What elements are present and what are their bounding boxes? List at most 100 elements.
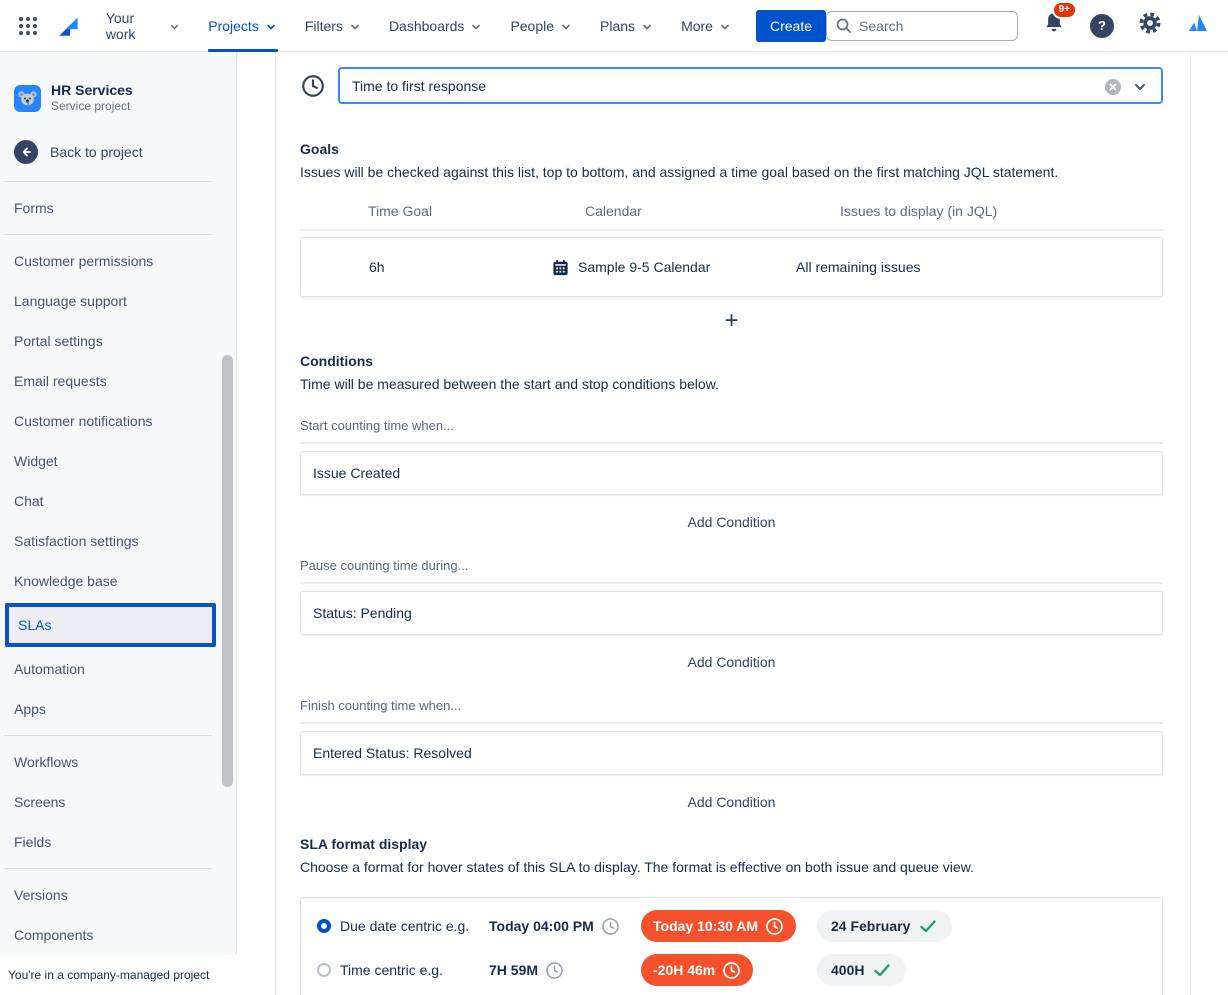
start-condition-label: Start counting time when... [300,418,1163,433]
project-type: Service project [51,99,133,114]
chevron-down-icon [559,20,573,34]
due-date-overdue-cell: Today 10:30 AM [641,910,817,942]
divider [300,722,1163,724]
search-input[interactable] [826,11,1018,41]
notifications-button[interactable]: 9+ [1041,10,1067,41]
overdue-value: -20H 46m [653,962,715,978]
nav-plans[interactable]: Plans [600,0,654,52]
nav-label: Dashboards [389,18,465,34]
chevron-down-icon [168,20,181,34]
conditions-description: Time will be measured between the start … [300,376,1163,392]
nav-label: Plans [600,18,635,34]
clock-icon [300,73,326,99]
app-switcher-icon[interactable] [18,15,40,37]
pause-condition-group: Pause counting time during... Status: Pe… [300,558,1163,672]
format-title: SLA format display [300,836,1163,852]
sidebar-item-components[interactable]: Components [0,915,236,955]
start-condition-value[interactable]: Issue Created [300,451,1163,495]
check-icon [918,916,938,936]
help-button[interactable]: ? [1090,14,1114,38]
divider [300,442,1163,444]
divider [300,582,1163,584]
sidebar-item-versions[interactable]: Versions [0,875,236,915]
time-centric-radio[interactable]: Time centric e.g. [317,962,489,978]
nav-label: Projects [208,18,259,34]
project-type-footer: You're in a company-managed project [0,955,238,995]
sidebar-item-satisfaction-settings[interactable]: Satisfaction settings [0,521,236,561]
sidebar-item-customer-permissions[interactable]: Customer permissions [0,241,236,281]
goals-title: Goals [300,141,1163,157]
met-value: 24 February [831,918,910,934]
project-header: HR Services Service project [0,52,236,114]
sidebar-item-screens[interactable]: Screens [0,782,236,822]
sidebar-item-workflows[interactable]: Workflows [0,742,236,782]
nav-more[interactable]: More [681,0,732,52]
sidebar-item-slas[interactable]: SLAs [9,607,212,643]
sidebar-item-chat[interactable]: Chat [0,481,236,521]
nav-filters[interactable]: Filters [305,0,362,52]
clock-icon [765,917,784,936]
format-description: Choose a format for hover states of this… [300,859,1163,875]
calendar-icon [551,258,570,277]
sla-settings-main: Time to first response Goals Issues will… [237,52,1228,995]
add-start-condition-link[interactable]: Add Condition [688,514,776,530]
check-icon [872,960,892,980]
atlassian-logo-icon[interactable] [1186,11,1210,40]
back-to-project[interactable]: Back to project [14,140,236,164]
koala-avatar [14,85,41,112]
add-finish-condition-link[interactable]: Add Condition [688,794,776,810]
sidebar-item-forms[interactable]: Forms [0,188,236,228]
finish-condition-group: Finish counting time when... Entered Sta… [300,698,1163,812]
nav-your-work[interactable]: Your work [106,0,181,52]
pause-condition-value[interactable]: Status: Pending [300,591,1163,635]
sidebar-item-apps[interactable]: Apps [0,689,236,729]
gear-icon [1137,10,1163,36]
column-calendar: Calendar [540,203,795,219]
chevron-down-icon [264,20,278,34]
sidebar-item-fields[interactable]: Fields [0,822,236,862]
time-centric-overdue-cell: -20H 46m [641,954,817,986]
sidebar-scrollbar[interactable] [222,355,233,787]
nav-people[interactable]: People [510,0,573,52]
nav-dashboards[interactable]: Dashboards [389,0,484,52]
sidebar-divider [4,234,212,235]
panel-border-right [1190,52,1191,995]
sla-selector-row: Time to first response [300,67,1163,104]
sidebar-divider [4,735,212,736]
sidebar-item-knowledge-base[interactable]: Knowledge base [0,561,236,601]
nav-right-cluster: 9+ ? [826,10,1210,41]
sidebar-divider [4,868,212,869]
sidebar-item-customer-notifications[interactable]: Customer notifications [0,401,236,441]
sidebar-item-portal-settings[interactable]: Portal settings [0,321,236,361]
plain-value: 7H 59M [489,962,538,978]
met-value: 400H [831,962,864,978]
finish-condition-value[interactable]: Entered Status: Resolved [300,731,1163,775]
nav-label: Your work [106,10,163,42]
sidebar-item-widget[interactable]: Widget [0,441,236,481]
add-goal-button[interactable]: + [724,309,738,333]
sidebar-item-language-support[interactable]: Language support [0,281,236,321]
nav-projects[interactable]: Projects [208,0,278,52]
settings-button[interactable] [1137,10,1163,41]
due-date-centric-radio[interactable]: Due date centric e.g. [317,918,489,934]
jira-logo-icon[interactable] [56,13,82,39]
create-button[interactable]: Create [756,10,826,42]
sidebar-item-automation[interactable]: Automation [0,649,236,689]
plain-value: Today 04:00 PM [489,918,594,934]
sidebar-item-email-requests[interactable]: Email requests [0,361,236,401]
time-centric-label: Time centric e.g. [340,962,443,978]
column-jql: Issues to display (in JQL) [795,203,1163,219]
goal-row[interactable]: 6h Sample 9-5 Calendar [300,237,1163,297]
project-title-block: HR Services Service project [51,82,133,114]
arrow-left-circle-icon [14,140,38,164]
time-centric-plain-example: 7H 59M [489,961,641,980]
sla-name-select[interactable]: Time to first response [338,67,1163,104]
met-pill: 400H [817,954,906,986]
goal-calendar-name: Sample 9-5 Calendar [578,259,710,275]
clock-icon [601,917,620,936]
chevron-down-icon [348,20,362,34]
search-box [826,11,1018,41]
goals-section: Goals Issues will be checked against thi… [300,141,1163,333]
clear-x-icon[interactable] [1105,79,1121,95]
add-pause-condition-link[interactable]: Add Condition [688,654,776,670]
